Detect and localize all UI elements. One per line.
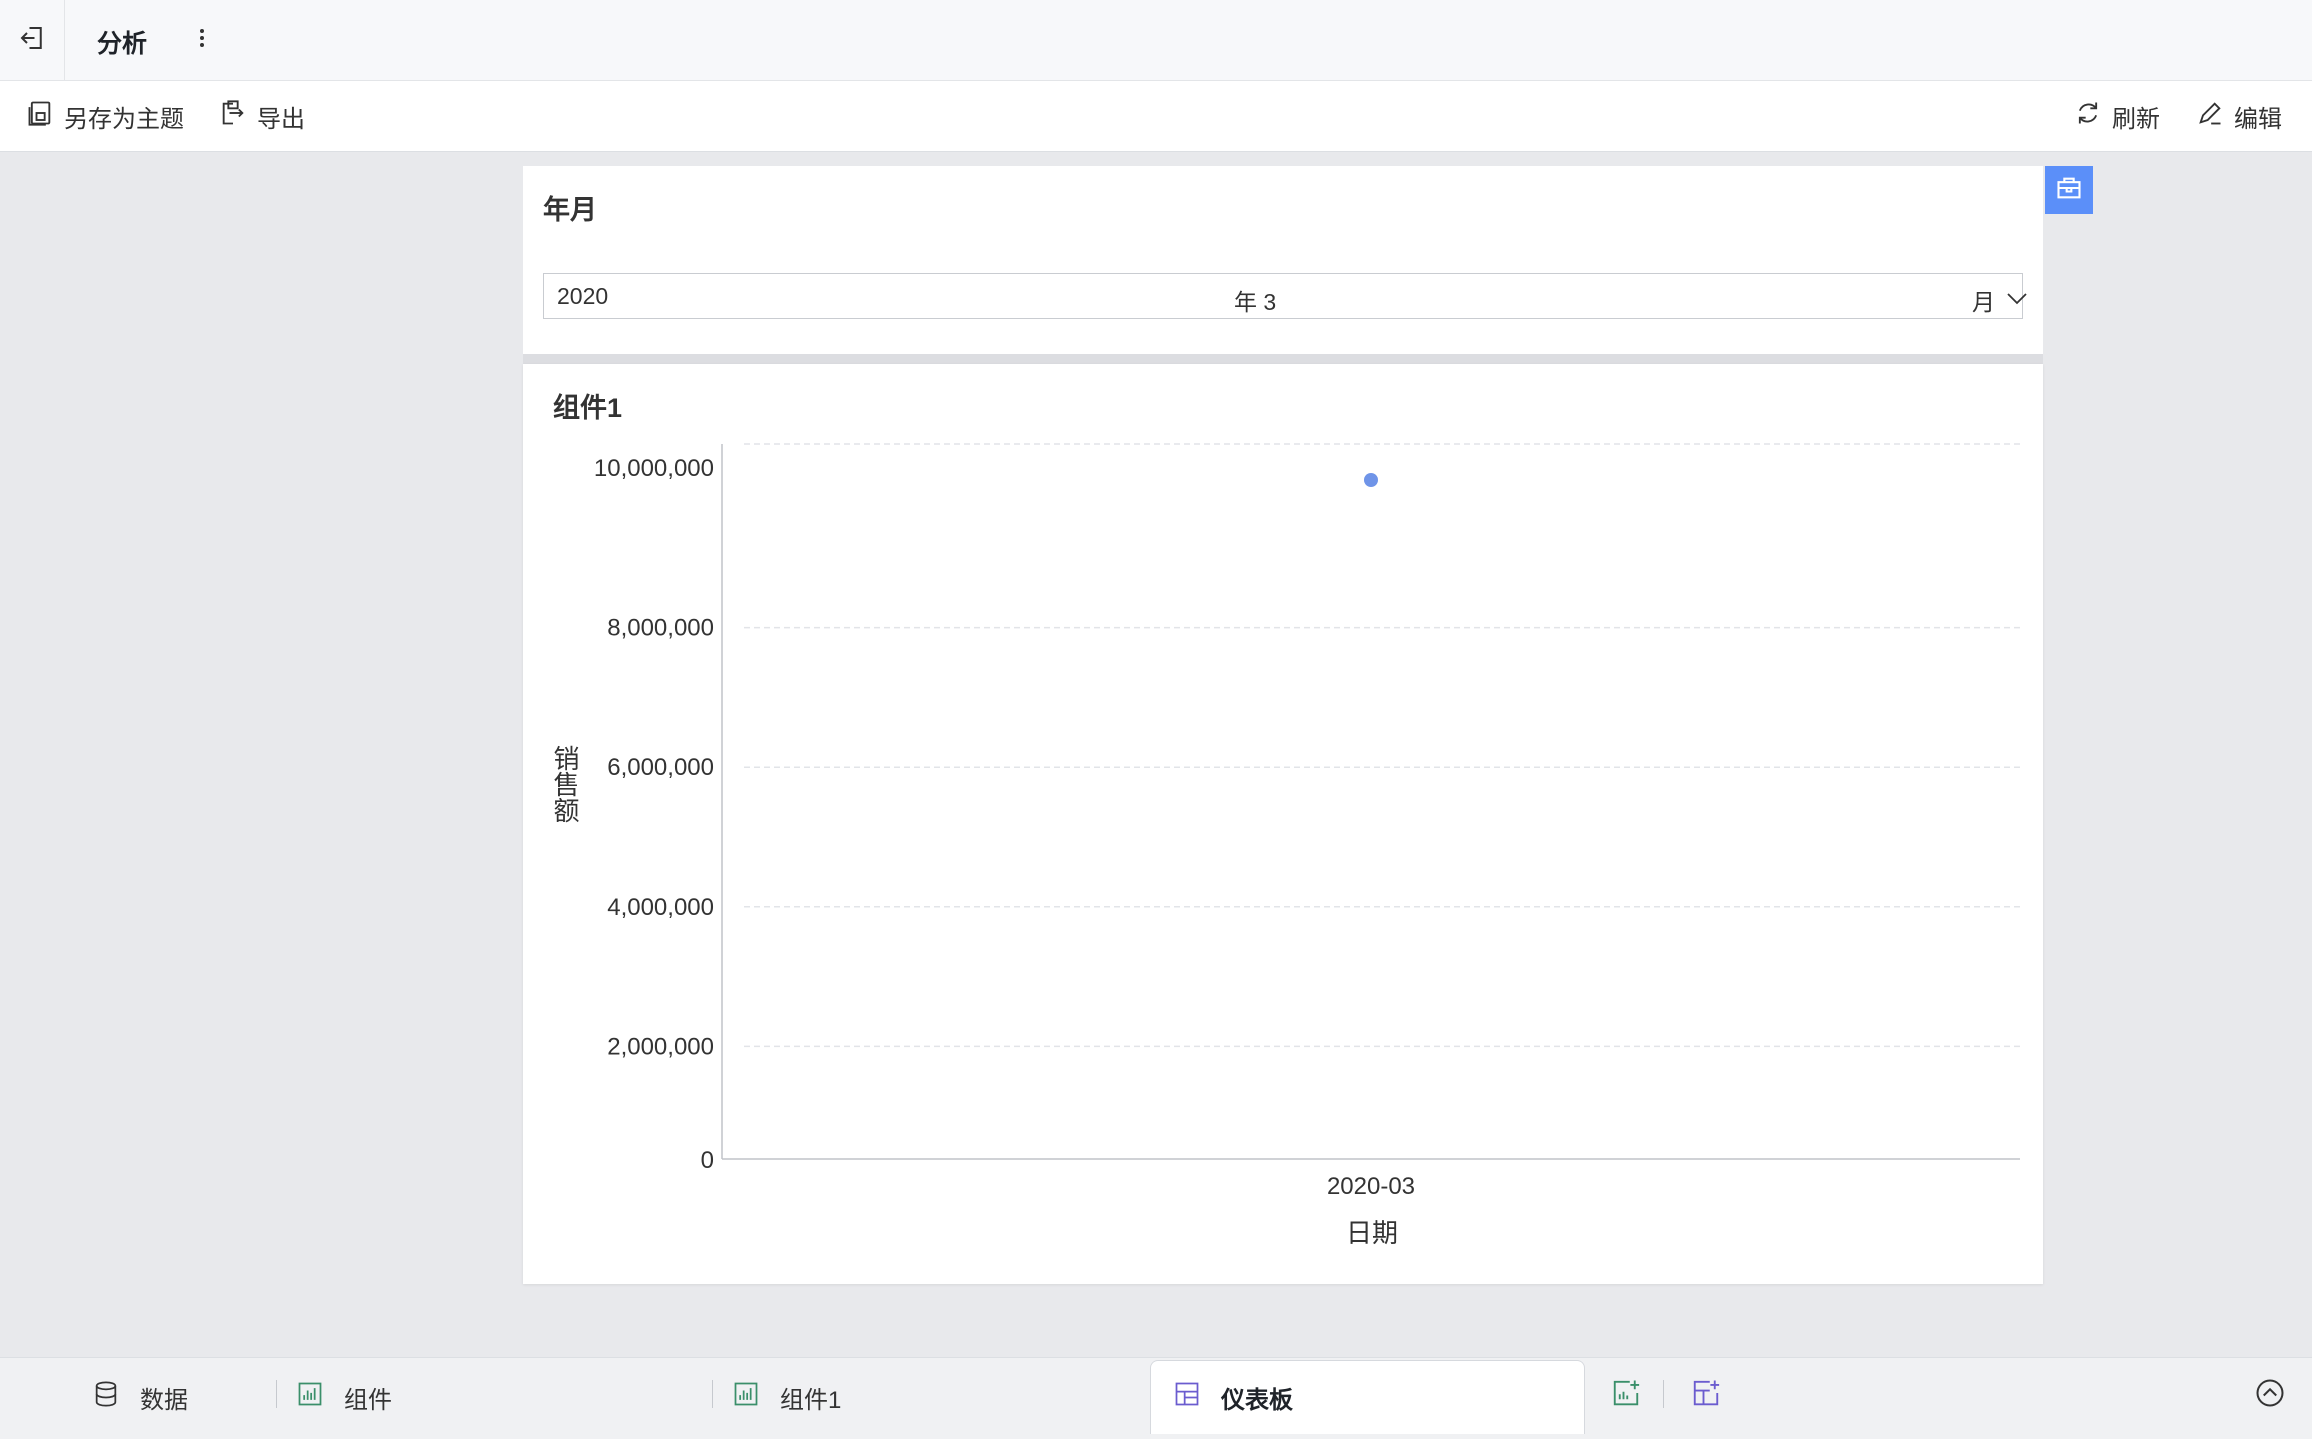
tab-separator	[276, 1380, 277, 1408]
scatter-chart: 10,000,000 8,000,000 6,000,000 4,000,000 2,0…	[550, 443, 2020, 1248]
top-bar: 分析	[0, 0, 2312, 81]
toolbox-icon	[2055, 174, 2083, 207]
tab-component[interactable]: 组件	[296, 1358, 392, 1436]
database-icon	[92, 1380, 120, 1415]
add-component-button[interactable]	[1609, 1378, 1643, 1412]
bottom-tab-bar: 数据 组件 组件1 仪表板	[0, 1357, 2312, 1439]
year-month-select[interactable]: 2020 年 3 月	[543, 273, 2027, 319]
dashboard-icon	[1173, 1380, 1201, 1415]
bar-chart-icon	[296, 1380, 324, 1415]
filter-year-value: 2020	[557, 283, 609, 309]
edit-button[interactable]: 编辑	[2196, 99, 2282, 133]
year-month-filter-card: 年月 2020 年 3 月	[523, 166, 2043, 354]
more-menu-button[interactable]	[192, 22, 212, 58]
y-tick-label: 8,000,000	[607, 615, 714, 642]
refresh-button[interactable]: 刷新	[2074, 99, 2160, 133]
page-title: 分析	[97, 30, 148, 58]
y-tick-label: 10,000,000	[594, 455, 714, 482]
save-as-theme-button[interactable]: 另存为主题	[26, 99, 184, 133]
tab-component1-label: 组件1	[780, 1386, 842, 1414]
y-axis-label: 销售额	[550, 745, 580, 823]
bar-chart-icon	[732, 1380, 760, 1415]
export-icon	[219, 99, 247, 134]
tab-dashboard[interactable]: 仪表板	[1150, 1360, 1585, 1434]
export-label: 导出	[257, 105, 305, 133]
more-vertical-icon	[199, 28, 205, 53]
x-tick-label: 2020-03	[1327, 1173, 1415, 1200]
card-divider	[523, 354, 2043, 364]
tab-component-label: 组件	[344, 1386, 392, 1414]
tab-separator	[1663, 1380, 1664, 1408]
save-icon	[26, 99, 54, 134]
chart-card: 组件1 10,000,000 8,000,000 6,000,000 4,000,00…	[523, 364, 2043, 1284]
add-chart-icon	[1611, 1378, 1641, 1413]
export-button[interactable]: 导出	[219, 99, 305, 133]
edit-icon	[2196, 99, 2224, 134]
x-axis-label: 日期	[1346, 1218, 1398, 1248]
tab-dashboard-label: 仪表板	[1221, 1387, 1293, 1414]
add-dashboard-button[interactable]	[1689, 1378, 1723, 1412]
edit-label: 编辑	[2234, 105, 2282, 133]
y-tick-label: 4,000,000	[607, 894, 714, 921]
exit-icon	[17, 23, 47, 58]
chevron-up-circle-icon	[2255, 1378, 2285, 1413]
tab-separator	[712, 1380, 713, 1408]
filter-title: 年月	[543, 195, 597, 225]
filter-month-value: 年 3	[1234, 289, 1277, 315]
widget-settings-button[interactable]	[2045, 166, 2093, 214]
tab-data[interactable]: 数据	[92, 1358, 188, 1436]
chevron-down-icon	[2005, 286, 2029, 313]
y-tick-label: 6,000,000	[607, 754, 714, 781]
data-point	[1364, 473, 1378, 487]
y-tick-label: 2,000,000	[607, 1033, 714, 1060]
save-as-theme-label: 另存为主题	[64, 105, 184, 133]
filter-month-unit: 月	[1972, 289, 1995, 315]
toolbar: 另存为主题 导出 刷新 编辑	[0, 81, 2312, 152]
exit-button[interactable]	[0, 0, 65, 80]
collapse-button[interactable]	[2253, 1378, 2287, 1412]
y-tick-label: 0	[701, 1147, 714, 1174]
refresh-label: 刷新	[2112, 105, 2160, 133]
refresh-icon	[2074, 99, 2102, 134]
tab-component1[interactable]: 组件1	[732, 1358, 841, 1436]
add-dashboard-icon	[1691, 1378, 1721, 1413]
tab-data-label: 数据	[140, 1386, 188, 1414]
